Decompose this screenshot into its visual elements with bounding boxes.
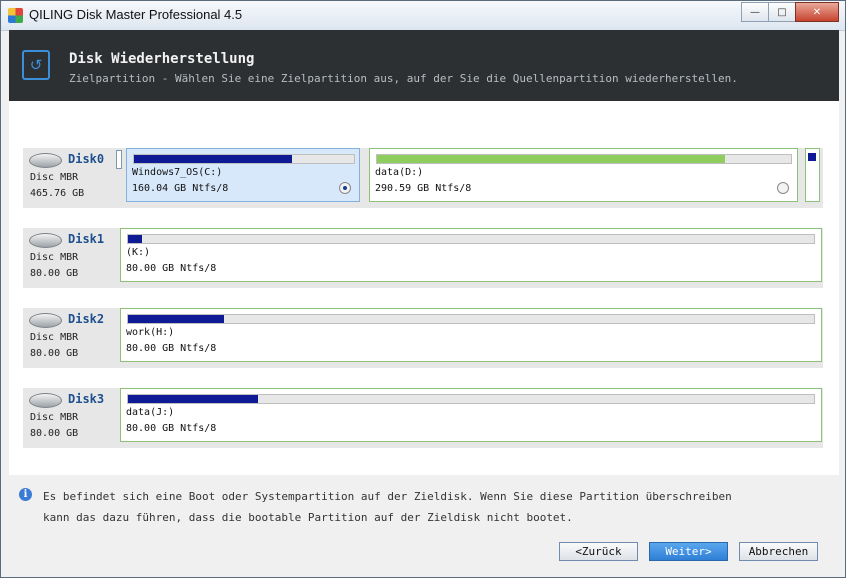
disk-info: Disk0 Disc MBR 465.76 GB (23, 148, 115, 208)
usage-bar (133, 154, 355, 164)
usage-fill (134, 155, 293, 163)
disk-info: Disk3 Disc MBR 80.00 GB (23, 388, 115, 448)
usage-bar (376, 154, 792, 164)
usage-fill (377, 155, 725, 163)
partition-label: Windows7_OS(C:) (132, 167, 223, 178)
usage-fill (128, 235, 142, 243)
partition-label: data(D:) (375, 167, 424, 178)
usage-fill (808, 153, 816, 161)
minimize-button[interactable]: — (741, 2, 769, 22)
disk-row-disk1: Disk1 Disc MBR 80.00 GB (K:) 80.00 GB Nt… (23, 228, 823, 288)
disk-type: Disc MBR (30, 412, 79, 423)
disk-size: 80.00 GB (30, 268, 79, 279)
disk-name: Disk1 (68, 232, 105, 246)
partition-label: data(J:) (126, 407, 175, 418)
usage-fill (128, 395, 259, 403)
partition-small[interactable] (805, 148, 820, 202)
partition-d[interactable]: data(D:) 290.59 GB Ntfs/8 (369, 148, 798, 202)
partition-info: 290.59 GB Ntfs/8 (375, 183, 472, 194)
usage-bar (127, 394, 815, 404)
title-bar[interactable]: QILING Disk Master Professional 4.5 — □ … (1, 1, 845, 31)
select-radio[interactable] (777, 182, 789, 194)
disk-name: Disk2 (68, 312, 105, 326)
next-button[interactable]: Weiter> (649, 542, 728, 561)
disk-list: Disk0 Disc MBR 465.76 GB Windows7_OS(C:)… (9, 101, 839, 475)
unallocated-marker[interactable] (116, 150, 122, 169)
restore-icon: ↺ (22, 50, 50, 80)
warning-info: i Es befindet sich eine Boot oder System… (9, 477, 839, 531)
partition-label: work(H:) (126, 327, 175, 338)
disk-info: Disk2 Disc MBR 80.00 GB (23, 308, 115, 368)
app-window: QILING Disk Master Professional 4.5 — □ … (0, 0, 846, 578)
disk-row-disk2: Disk2 Disc MBR 80.00 GB work(H:) 80.00 G… (23, 308, 823, 368)
hard-disk-icon (29, 393, 62, 408)
app-logo-icon (8, 8, 23, 23)
info-icon: i (19, 488, 32, 501)
back-button[interactable]: <Zurück (559, 542, 638, 561)
disk-type: Disc MBR (30, 172, 79, 183)
partition-info: 80.00 GB Ntfs/8 (126, 423, 217, 434)
hard-disk-icon (29, 153, 62, 168)
warning-line-2: kann das dazu führen, dass die bootable … (43, 511, 573, 524)
partition-c[interactable]: Windows7_OS(C:) 160.04 GB Ntfs/8 (126, 148, 360, 202)
hard-disk-icon (29, 313, 62, 328)
disk-name: Disk3 (68, 392, 105, 406)
disk-size: 80.00 GB (30, 348, 79, 359)
maximize-button[interactable]: □ (768, 2, 796, 22)
disk-row-disk3: Disk3 Disc MBR 80.00 GB data(J:) 80.00 G… (23, 388, 823, 448)
hard-disk-icon (29, 233, 62, 248)
partition-k[interactable]: (K:) 80.00 GB Ntfs/8 (120, 228, 822, 282)
disk-type: Disc MBR (30, 332, 79, 343)
page-title: Disk Wiederherstellung (69, 51, 255, 67)
disk-size: 80.00 GB (30, 428, 79, 439)
partition-h[interactable]: work(H:) 80.00 GB Ntfs/8 (120, 308, 822, 362)
usage-fill (128, 315, 225, 323)
close-button[interactable]: ✕ (795, 2, 839, 22)
window-controls: — □ ✕ (741, 2, 839, 22)
warning-line-1: Es befindet sich eine Boot oder Systempa… (43, 490, 732, 503)
window-title: QILING Disk Master Professional 4.5 (29, 7, 243, 22)
select-radio[interactable] (339, 182, 351, 194)
partition-j[interactable]: data(J:) 80.00 GB Ntfs/8 (120, 388, 822, 442)
disk-name: Disk0 (68, 152, 105, 166)
page-subtitle: Zielpartition - Wählen Sie eine Zielpart… (69, 72, 738, 85)
disk-row-disk0: Disk0 Disc MBR 465.76 GB Windows7_OS(C:)… (23, 148, 823, 208)
usage-bar (127, 234, 815, 244)
partition-info: 80.00 GB Ntfs/8 (126, 343, 217, 354)
warning-text: Es befindet sich eine Boot oder Systempa… (43, 486, 833, 528)
cancel-button[interactable]: Abbrechen (739, 542, 818, 561)
partition-info: 160.04 GB Ntfs/8 (132, 183, 229, 194)
partition-info: 80.00 GB Ntfs/8 (126, 263, 217, 274)
disk-info: Disk1 Disc MBR 80.00 GB (23, 228, 115, 288)
wizard-header: ↺ Disk Wiederherstellung Zielpartition -… (9, 30, 839, 101)
disk-size: 465.76 GB (30, 188, 85, 199)
usage-bar (127, 314, 815, 324)
partition-label: (K:) (126, 247, 151, 258)
disk-type: Disc MBR (30, 252, 79, 263)
